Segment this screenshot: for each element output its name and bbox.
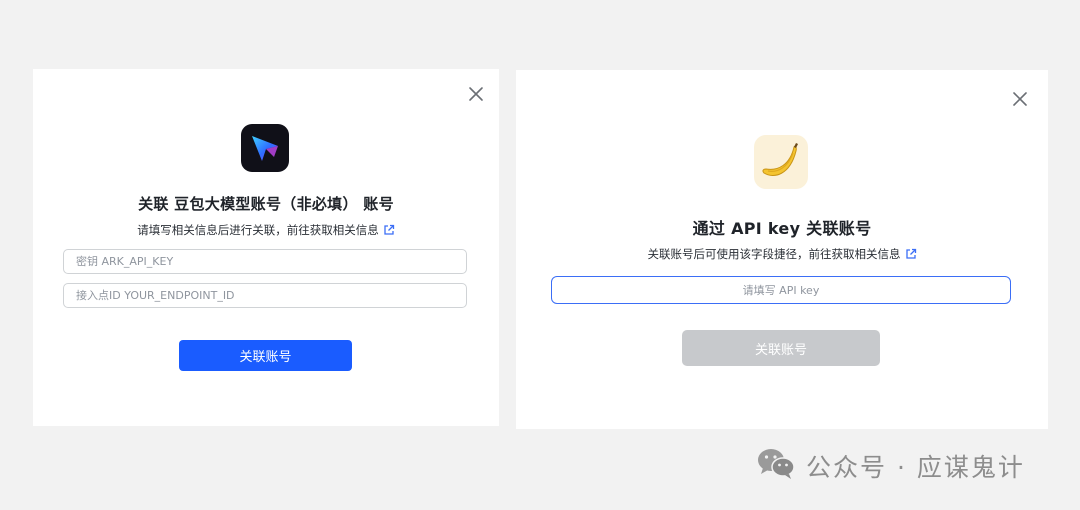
- close-icon[interactable]: [467, 85, 485, 103]
- external-link-icon[interactable]: [905, 248, 917, 263]
- dialog-subtitle: 请填写相关信息后进行关联，前往获取相关信息: [33, 222, 499, 239]
- external-link-icon[interactable]: [383, 224, 395, 239]
- watermark-text: 公众号 · 应谋鬼计: [806, 453, 1025, 482]
- link-account-button[interactable]: 关联账号: [179, 340, 352, 371]
- link-account-button[interactable]: 关联账号: [682, 330, 880, 366]
- banana-logo: [754, 135, 808, 189]
- close-icon[interactable]: [1011, 90, 1029, 108]
- endpoint-id-field[interactable]: [63, 283, 467, 308]
- dialog-title: 通过 API key 关联账号: [692, 219, 872, 238]
- link-doubao-account-dialog: 关联 豆包大模型账号（非必填） 账号 请填写相关信息后进行关联，前往获取相关信息…: [33, 69, 499, 426]
- api-key-field[interactable]: [551, 276, 1011, 304]
- api-key-input[interactable]: [562, 282, 1000, 298]
- wechat-icon: [756, 446, 796, 486]
- dialog-title: 关联 豆包大模型账号（非必填） 账号: [138, 195, 394, 213]
- endpoint-id-input[interactable]: [74, 288, 456, 303]
- wechat-watermark: 公众号 · 应谋鬼计: [756, 446, 1025, 486]
- api-key-field[interactable]: [63, 249, 467, 274]
- api-key-input[interactable]: [74, 254, 456, 269]
- dialog-subtitle: 关联账号后可使用该字段捷径，前往获取相关信息: [516, 246, 1048, 263]
- link-api-key-dialog: 通过 API key 关联账号 关联账号后可使用该字段捷径，前往获取相关信息 关…: [516, 70, 1048, 429]
- doubao-logo: [241, 124, 289, 172]
- subtitle-text: 关联账号后可使用该字段捷径，前往获取相关信息: [647, 247, 901, 261]
- subtitle-text: 请填写相关信息后进行关联，前往获取相关信息: [137, 223, 379, 237]
